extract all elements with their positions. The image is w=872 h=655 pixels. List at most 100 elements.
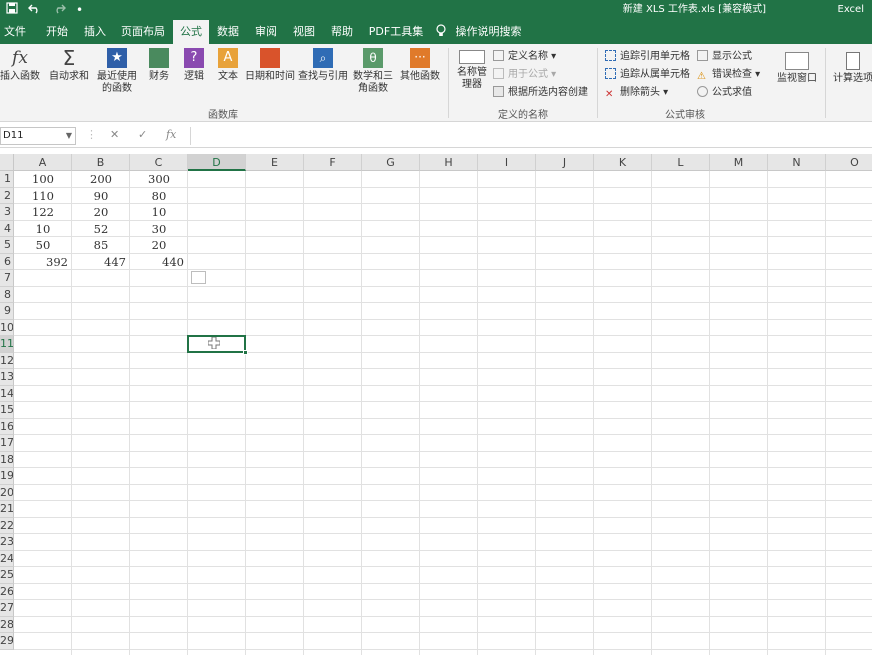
tell-me-search[interactable]: 操作说明搜索 [436, 20, 522, 44]
cell-c5[interactable]: 20 [130, 237, 188, 254]
tab-formulas[interactable]: 公式 [173, 20, 209, 44]
column-header-l[interactable]: L [652, 154, 710, 171]
select-all-corner[interactable] [0, 154, 14, 171]
row-header-10[interactable]: 10 [0, 319, 14, 336]
column-header-b[interactable]: B [72, 154, 130, 171]
watch-window-button[interactable]: 监视窗口 [775, 52, 819, 85]
column-header-d[interactable]: D [188, 154, 246, 171]
math-trig-button[interactable]: θ 数学和三角函数 [350, 48, 396, 95]
row-header-24[interactable]: 24 [0, 550, 14, 567]
row-header-2[interactable]: 2 [0, 187, 14, 204]
cell-c1[interactable]: 300 [130, 171, 188, 188]
trace-dependents-button[interactable]: 追踪从属单元格 [605, 68, 690, 82]
row-header-8[interactable]: 8 [0, 286, 14, 303]
row-header-12[interactable]: 12 [0, 352, 14, 369]
row-header-11[interactable]: 11 [0, 336, 14, 353]
row-header-18[interactable]: 18 [0, 451, 14, 468]
tab-view[interactable]: 视图 [288, 20, 320, 44]
cell-c2[interactable]: 80 [130, 188, 188, 205]
column-header-e[interactable]: E [246, 154, 304, 171]
create-from-selection-button[interactable]: 根据所选内容创建 [493, 86, 588, 100]
row-header-21[interactable]: 21 [0, 501, 14, 518]
tab-help[interactable]: 帮助 [326, 20, 358, 44]
trace-precedents-button[interactable]: 追踪引用单元格 [605, 50, 690, 64]
define-name-button[interactable]: 定义名称 ▾ [493, 50, 556, 64]
undo-icon[interactable] [28, 2, 42, 18]
row-header-28[interactable]: 28 [0, 616, 14, 633]
row-header-1[interactable]: 1 [0, 171, 14, 188]
row-header-9[interactable]: 9 [0, 303, 14, 320]
row-header-27[interactable]: 27 [0, 600, 14, 617]
row-header-26[interactable]: 26 [0, 583, 14, 600]
insert-function-button[interactable]: fx 插入函数 [0, 48, 40, 83]
row-header-14[interactable]: 14 [0, 385, 14, 402]
row-header-19[interactable]: 19 [0, 468, 14, 485]
cell-c6[interactable]: 440 [130, 254, 188, 271]
cell-a3[interactable]: 122 [14, 204, 72, 221]
column-header-k[interactable]: K [594, 154, 652, 171]
save-icon[interactable] [6, 2, 18, 18]
row-header-25[interactable]: 25 [0, 567, 14, 584]
cell-a4[interactable]: 10 [14, 221, 72, 238]
cell-a1[interactable]: 100 [14, 171, 72, 188]
column-header-c[interactable]: C [130, 154, 188, 171]
remove-arrows-button[interactable]: ✕ 删除箭头 ▾ [605, 86, 668, 100]
row-header-6[interactable]: 6 [0, 253, 14, 270]
autosum-button[interactable]: Σ 自动求和 [46, 48, 92, 83]
calculation-options-button[interactable]: 计算选项 [830, 52, 872, 85]
row-header-29[interactable]: 29 [0, 633, 14, 650]
tab-pdf-tools[interactable]: PDF工具集 [364, 20, 428, 44]
row-header-20[interactable]: 20 [0, 484, 14, 501]
cell-a2[interactable]: 110 [14, 188, 72, 205]
column-header-f[interactable]: F [304, 154, 362, 171]
tab-insert[interactable]: 插入 [80, 20, 110, 44]
name-box[interactable]: D11 ▼ [0, 127, 76, 145]
evaluate-formula-button[interactable]: 公式求值 [697, 86, 752, 100]
cell-b3[interactable]: 20 [72, 204, 130, 221]
redo-icon[interactable] [52, 2, 66, 18]
name-manager-button[interactable]: 名称管理器 [452, 50, 492, 91]
row-header-7[interactable]: 7 [0, 270, 14, 287]
row-header-13[interactable]: 13 [0, 369, 14, 386]
cell-b5[interactable]: 85 [72, 237, 130, 254]
column-header-i[interactable]: I [478, 154, 536, 171]
row-header-22[interactable]: 22 [0, 517, 14, 534]
tab-data[interactable]: 数据 [212, 20, 244, 44]
text-function-button[interactable]: A 文本 [214, 48, 242, 83]
worksheet-grid[interactable]: A B C D E F G H I J K L M N O 1 2 3 4 5 6 7 8 9 10 11 12 13 14 15 16 17… [0, 154, 872, 655]
row-header-5[interactable]: 5 [0, 237, 14, 254]
row-header-23[interactable]: 23 [0, 534, 14, 551]
error-checking-button[interactable]: ⚠ 错误检查 ▾ [697, 68, 760, 82]
tab-file[interactable]: 文件 [0, 20, 30, 44]
show-formulas-button[interactable]: 显示公式 [697, 50, 752, 64]
cell-c3[interactable]: 10 [130, 204, 188, 221]
cell-b1[interactable]: 200 [72, 171, 130, 188]
row-header-15[interactable]: 15 [0, 402, 14, 419]
quick-analysis-icon[interactable] [191, 271, 206, 284]
cell-a5[interactable]: 50 [14, 237, 72, 254]
row-header-3[interactable]: 3 [0, 204, 14, 221]
chevron-down-icon[interactable]: ▼ [66, 128, 72, 144]
datetime-button[interactable]: 日期和时间 [244, 48, 296, 83]
row-header-16[interactable]: 16 [0, 418, 14, 435]
column-header-j[interactable]: J [536, 154, 594, 171]
use-in-formula-button[interactable]: 用于公式 ▾ [493, 68, 556, 82]
column-header-h[interactable]: H [420, 154, 478, 171]
more-functions-button[interactable]: ··· 其他函数 [398, 48, 442, 83]
financial-button[interactable]: 财务 [144, 48, 174, 83]
cell-b4[interactable]: 52 [72, 221, 130, 238]
column-header-n[interactable]: N [768, 154, 826, 171]
column-header-g[interactable]: G [362, 154, 420, 171]
cell-c4[interactable]: 30 [130, 221, 188, 238]
tab-home[interactable]: 开始 [40, 20, 74, 44]
column-header-a[interactable]: A [14, 154, 72, 171]
customize-qat-button[interactable]: • [76, 2, 83, 18]
column-header-o[interactable]: O [826, 154, 872, 171]
cell-b2[interactable]: 90 [72, 188, 130, 205]
cancel-icon[interactable]: ✕ [110, 128, 119, 141]
cell-a6[interactable]: 392 [14, 254, 72, 271]
enter-icon[interactable]: ✓ [138, 128, 147, 141]
row-header-17[interactable]: 17 [0, 435, 14, 452]
formula-input[interactable] [190, 127, 872, 145]
tab-review[interactable]: 审阅 [250, 20, 282, 44]
